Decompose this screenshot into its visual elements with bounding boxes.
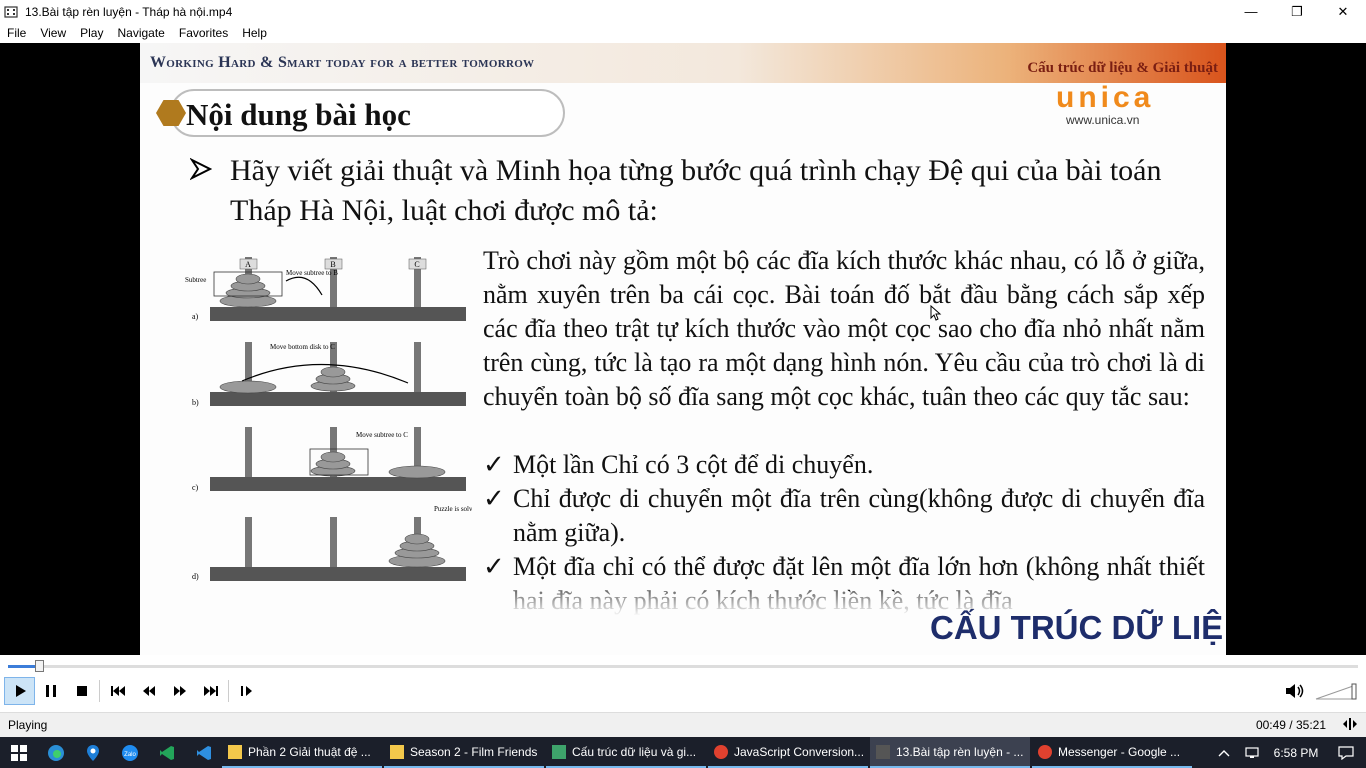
svg-text:B: B [330, 260, 335, 269]
title-bar: 13.Bài tập rèn luyện - Tháp hà nội.mp4 —… [0, 0, 1366, 23]
slide-heading: Nội dung bài học [156, 89, 565, 137]
status-bar: Playing 00:49 / 35:21 [0, 712, 1366, 737]
diagram-row-d: Puzzle is solved! d) [192, 505, 481, 581]
window-title: 13.Bài tập rèn luyện - Tháp hà nội.mp4 [25, 4, 233, 19]
hexagon-icon [156, 100, 186, 126]
playback-status: Playing [8, 718, 48, 732]
folder-icon [228, 744, 242, 759]
taskbar-task[interactable]: Cấu trúc dữ liệu và gi... [546, 737, 706, 768]
app-icon [552, 744, 566, 759]
player-controls [0, 655, 1366, 712]
video-area[interactable]: Working Hard & Smart today for a better … [0, 43, 1366, 655]
checkmark-icon: ✓ [483, 484, 505, 513]
svg-text:Subtree: Subtree [185, 276, 206, 284]
taskbar-task[interactable]: Season 2 - Film Friends [384, 737, 544, 768]
edge-browser-icon[interactable] [37, 737, 74, 768]
close-button[interactable]: ✕ [1320, 0, 1366, 23]
pause-button[interactable] [35, 677, 66, 705]
media-player-icon [876, 744, 890, 759]
svg-text:d): d) [192, 572, 199, 581]
hanoi-diagram: A B C Subtree Move subtree to B a) Move … [182, 249, 481, 589]
bullet-text: Hãy viết giải thuật và Minh họa từng bướ… [230, 154, 1162, 227]
stop-button[interactable] [66, 677, 97, 705]
chevron-up-icon[interactable] [1210, 749, 1238, 757]
seek-thumb[interactable] [35, 660, 45, 672]
slide-course-name: Cấu trúc dữ liệu & Giải thuật [1027, 60, 1218, 76]
fast-forward-icon[interactable] [164, 677, 195, 705]
menu-play[interactable]: Play [73, 26, 110, 40]
taskbar-task[interactable]: Phần 2 Giải thuật đệ ... [222, 737, 382, 768]
chrome-icon [714, 744, 728, 759]
system-tray: 6:58 PM [1210, 737, 1366, 768]
clock[interactable]: 6:58 PM [1266, 746, 1326, 760]
rule-item: ✓ Một lần Chỉ có 3 cột để di chuyển. [483, 448, 1205, 482]
svg-text:A: A [245, 260, 251, 269]
menu-navigate[interactable]: Navigate [110, 26, 171, 40]
svg-text:a): a) [192, 312, 199, 321]
separator [228, 680, 229, 702]
volume-control [1279, 677, 1358, 705]
menu-bar: File View Play Navigate Favorites Help [0, 23, 1366, 43]
slide-banner: Working Hard & Smart today for a better … [140, 43, 1226, 83]
notification-icon[interactable] [1326, 745, 1366, 760]
diagram-row-c: Move subtree to C c) [192, 427, 466, 492]
play-button[interactable] [4, 677, 35, 705]
next-icon[interactable] [195, 677, 226, 705]
vscode-green-icon[interactable] [148, 737, 185, 768]
lecture-slide: Working Hard & Smart today for a better … [140, 43, 1226, 655]
maps-icon[interactable] [74, 737, 111, 768]
minimize-button[interactable]: — [1228, 0, 1274, 23]
rule-item: ✓ Chỉ được di chuyển một đĩa trên cùng(k… [483, 482, 1205, 550]
volume-slider[interactable] [1314, 681, 1358, 701]
frame-step-icon[interactable] [231, 677, 262, 705]
speaker-icon[interactable] [1279, 677, 1310, 705]
checkmark-icon: ✓ [483, 450, 505, 479]
menu-favorites[interactable]: Favorites [172, 26, 235, 40]
svg-text:b): b) [192, 398, 199, 407]
diagram-row-b: Move bottom disk to C b) [192, 342, 466, 407]
taskbar-task-active[interactable]: 13.Bài tập rèn luyện - ... [870, 737, 1030, 768]
zalo-icon[interactable]: Zalo [111, 737, 148, 768]
mouse-cursor-icon [930, 304, 942, 324]
taskbar-task[interactable]: JavaScript Conversion... [708, 737, 868, 768]
svg-text:c): c) [192, 483, 199, 492]
heading-text: Nội dung bài học [186, 97, 411, 132]
menu-file[interactable]: File [0, 26, 33, 40]
svg-text:Zalo: Zalo [124, 752, 136, 758]
start-button-icon[interactable] [0, 737, 37, 768]
slide-motto: Working Hard & Smart today for a better … [150, 54, 535, 71]
media-player-icon [3, 4, 19, 20]
svg-text:Move subtree to C: Move subtree to C [356, 431, 408, 439]
fullscreen-toggle-icon[interactable] [1342, 717, 1358, 734]
chrome-icon [1038, 744, 1052, 759]
seek-bar[interactable] [8, 660, 1358, 672]
slide-paragraph: Trò chơi này gồm một bộ các đĩa kích thư… [483, 246, 1205, 411]
rewind-icon[interactable] [133, 677, 164, 705]
separator [99, 680, 100, 702]
menu-view[interactable]: View [33, 26, 73, 40]
folder-icon [390, 744, 404, 759]
arrow-bullet-icon [189, 157, 213, 188]
restore-button[interactable]: ❐ [1274, 0, 1320, 23]
logo-url: www.unica.vn [1066, 113, 1140, 127]
svg-text:Move subtree to B: Move subtree to B [286, 269, 338, 277]
vscode-icon[interactable] [185, 737, 222, 768]
svg-text:C: C [414, 260, 419, 269]
playback-time: 00:49 / 35:21 [1255, 718, 1326, 732]
taskbar-task[interactable]: Messenger - Google ... [1032, 737, 1192, 768]
menu-help[interactable]: Help [235, 26, 274, 40]
unica-logo: unica [1056, 81, 1155, 114]
slide-footer-title: CẤU TRÚC DỮ LIỆ [930, 609, 1224, 646]
diagram-row-a: A B C Subtree Move subtree to B a) [185, 257, 466, 321]
svg-text:Puzzle is solved!: Puzzle is solved! [434, 505, 472, 513]
previous-icon[interactable] [102, 677, 133, 705]
windows-taskbar: Zalo Phần 2 Giải thuật đệ ... Season 2 -… [0, 737, 1366, 768]
network-icon[interactable] [1238, 746, 1266, 759]
svg-text:Move bottom disk to C: Move bottom disk to C [270, 343, 335, 351]
